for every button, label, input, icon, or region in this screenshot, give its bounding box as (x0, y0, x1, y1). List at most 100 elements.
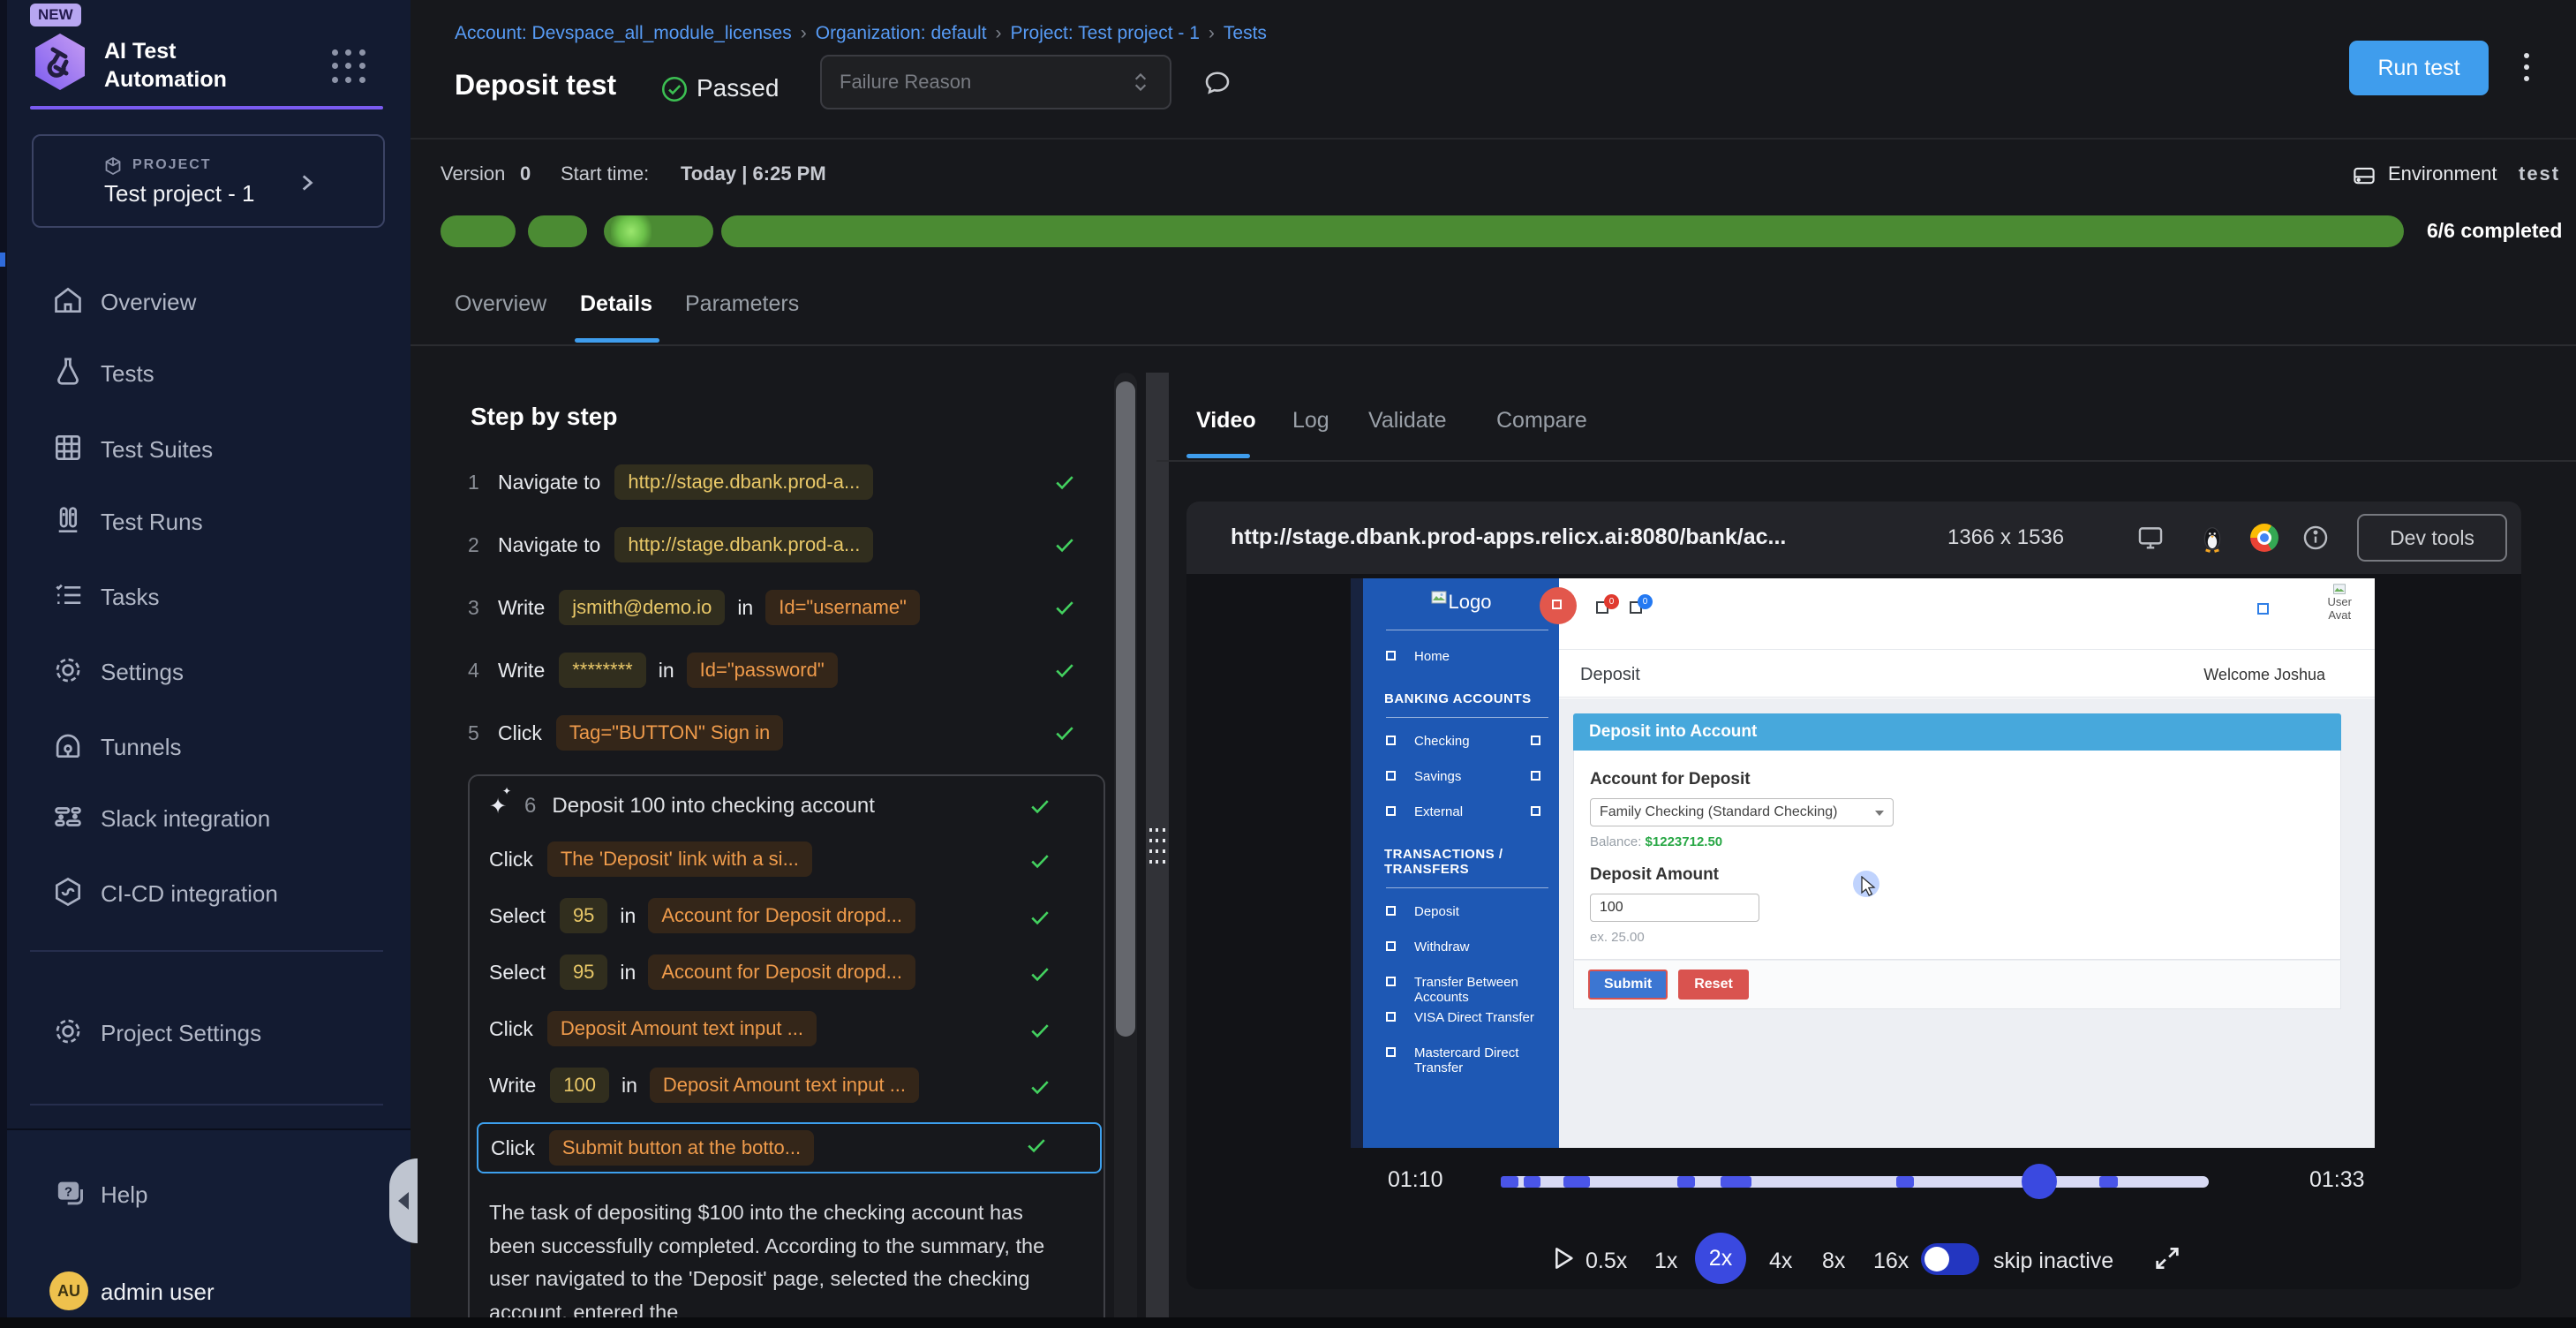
tab-parameters[interactable]: Parameters (685, 291, 799, 317)
step-selector-tag[interactable]: Account for Deposit dropd... (648, 954, 915, 990)
apps-grid-icon[interactable] (332, 49, 367, 85)
monitor-icon (2135, 523, 2165, 553)
tab-compare[interactable]: Compare (1496, 408, 1587, 434)
substep-row[interactable]: Select95inAccount for Deposit dropd... (489, 896, 1103, 935)
step-number: 6 (524, 794, 536, 819)
video-url: http://stage.dbank.prod-apps.relicx.ai:8… (1231, 524, 1786, 550)
step-row[interactable]: 2Navigate tohttp://stage.dbank.prod-a... (468, 524, 1109, 566)
fullscreen-icon[interactable] (2152, 1243, 2182, 1273)
step-selector-tag[interactable]: Account for Deposit dropd... (648, 898, 915, 933)
tab-validate[interactable]: Validate (1368, 408, 1447, 434)
project-selector[interactable]: PROJECT Test project - 1 (32, 134, 385, 228)
progress-highlight (611, 215, 652, 247)
step-value-tag[interactable]: http://stage.dbank.prod-a... (614, 527, 873, 562)
substep-row[interactable]: ClickDeposit Amount text input ... (489, 1009, 1103, 1048)
sidebar-item-project-settings[interactable]: Project Settings (7, 1011, 411, 1053)
step-row[interactable]: 3Writejsmith@demo.ioinId="username" (468, 586, 1109, 629)
step-value-tag[interactable]: 95 (560, 898, 607, 933)
breadcrumb-project-link[interactable]: Project: Test project - 1 (1011, 23, 1200, 43)
timeline-activity-marker[interactable] (1524, 1176, 1540, 1188)
timeline-thumb[interactable] (2022, 1164, 2057, 1199)
step-selector-tag[interactable]: The 'Deposit' link with a si... (547, 841, 812, 877)
skip-inactive-toggle[interactable] (1921, 1243, 1979, 1275)
page-title: Deposit test (455, 69, 616, 102)
speed-0-5x[interactable]: 0.5x (1586, 1249, 1627, 1274)
group-header[interactable]: ✦ 6 Deposit 100 into checking account (489, 785, 1103, 827)
environment-drive-icon (2351, 162, 2377, 189)
speed-1x[interactable]: 1x (1654, 1249, 1677, 1274)
step-value-tag[interactable]: 100 (550, 1068, 609, 1103)
substep-row[interactable]: Select95inAccount for Deposit dropd... (489, 953, 1103, 992)
steps-scrollbar[interactable] (1114, 373, 1137, 1328)
help-icon[interactable]: ? (53, 1176, 88, 1211)
step-selector-tag[interactable]: Id="username" (765, 590, 920, 625)
resize-grip-icon[interactable] (1149, 828, 1166, 864)
timeline-activity-marker[interactable] (1721, 1176, 1751, 1188)
breadcrumb-organization-link[interactable]: Organization: default (816, 23, 987, 43)
kebab-menu-icon[interactable] (2524, 53, 2529, 81)
step-selector-tag[interactable]: Tag="BUTTON" Sign in (556, 715, 783, 751)
help-label[interactable]: Help (101, 1181, 147, 1209)
step-selector-tag[interactable]: Deposit Amount text input ... (547, 1011, 817, 1046)
step-selector-tag[interactable]: Deposit Amount text input ... (650, 1068, 919, 1103)
speed-8x[interactable]: 8x (1822, 1249, 1845, 1274)
step-word: in (620, 961, 636, 985)
step-row[interactable]: 4Write********inId="password" (468, 649, 1109, 691)
dev-tools-button[interactable]: Dev tools (2357, 514, 2507, 562)
scrollbar-thumb[interactable] (1116, 381, 1135, 1037)
bank-content: Deposit into Account Account for Deposit… (1559, 698, 2375, 1148)
bank-window-icon: 0 (1630, 601, 1642, 614)
tab-overview[interactable]: Overview (455, 291, 546, 317)
failure-reason-select[interactable]: Failure Reason (820, 55, 1171, 109)
tab-log[interactable]: Log (1292, 408, 1329, 434)
speed-4x[interactable]: 4x (1769, 1249, 1792, 1274)
step-selector-tag[interactable]: Submit button at the botto... (549, 1130, 814, 1166)
step-value-tag[interactable]: http://stage.dbank.prod-a... (614, 464, 873, 500)
tab-details[interactable]: Details (580, 291, 652, 317)
comment-icon[interactable] (1201, 67, 1233, 99)
sidebar-item-test-suites[interactable]: Test Suites (7, 427, 411, 470)
time-total: 01:33 (2309, 1167, 2365, 1193)
step-action: Click (498, 721, 542, 745)
logo-divider (30, 106, 383, 109)
sidebar-item-slack-integration[interactable]: Slack integration (7, 796, 411, 839)
step-value-tag[interactable]: ******** (559, 653, 646, 688)
step-value-tag[interactable]: 95 (560, 954, 607, 990)
sidebar-item-tunnels[interactable]: Tunnels (7, 725, 411, 767)
sidebar-item-overview[interactable]: Overview (7, 280, 411, 322)
linux-penguin-icon (2199, 524, 2226, 553)
timeline-activity-marker[interactable] (2099, 1176, 2118, 1188)
version-label: Version (441, 162, 505, 185)
play-icon[interactable] (1547, 1243, 1577, 1273)
speed-2x-active[interactable]: 2x (1695, 1233, 1746, 1284)
timeline-activity-marker[interactable] (1677, 1176, 1695, 1188)
tab-video[interactable]: Video (1196, 408, 1256, 434)
sidebar-item-tests[interactable]: Tests (7, 351, 411, 394)
timeline-activity-marker[interactable] (1501, 1176, 1518, 1188)
avatar[interactable]: AU (49, 1271, 88, 1310)
info-icon[interactable] (2301, 523, 2331, 553)
skip-inactive-label: skip inactive (1993, 1249, 2113, 1274)
step-action: Click (491, 1136, 535, 1160)
sidebar-item-settings[interactable]: Settings (7, 650, 411, 692)
sidebar-item-test-runs[interactable]: Test Runs (7, 500, 411, 542)
timeline-track[interactable] (1501, 1176, 2209, 1188)
step-row[interactable]: 5ClickTag="BUTTON" Sign in (468, 712, 1109, 754)
speed-16x[interactable]: 16x (1873, 1249, 1909, 1274)
breadcrumb-tests-link[interactable]: Tests (1224, 23, 1267, 43)
step-row[interactable]: 1Navigate tohttp://stage.dbank.prod-a... (468, 461, 1109, 503)
timeline-activity-marker[interactable] (1896, 1176, 1914, 1188)
ai-step-group[interactable]: ✦ 6 Deposit 100 into checking account Cl… (468, 774, 1105, 1328)
bank-nav-square-icon (1386, 906, 1396, 916)
run-test-button[interactable]: Run test (2349, 41, 2489, 95)
substep-row[interactable]: ClickThe 'Deposit' link with a si... (489, 840, 1103, 879)
breadcrumb-account-link[interactable]: Account: Devspace_all_module_licenses (455, 23, 792, 43)
sidebar-item-tasks[interactable]: Tasks (7, 575, 411, 617)
step-selector-tag[interactable]: Id="password" (687, 653, 838, 688)
step-value-tag[interactable]: jsmith@demo.io (559, 590, 725, 625)
group-label: Deposit 100 into checking account (552, 794, 875, 819)
substep-row[interactable]: Click Submit button at the botto... (477, 1122, 1102, 1173)
sidebar-item-cicd-integration[interactable]: CI-CD integration (7, 872, 411, 914)
substep-row[interactable]: Write100inDeposit Amount text input ... (489, 1066, 1103, 1105)
timeline-activity-marker[interactable] (1563, 1176, 1590, 1188)
